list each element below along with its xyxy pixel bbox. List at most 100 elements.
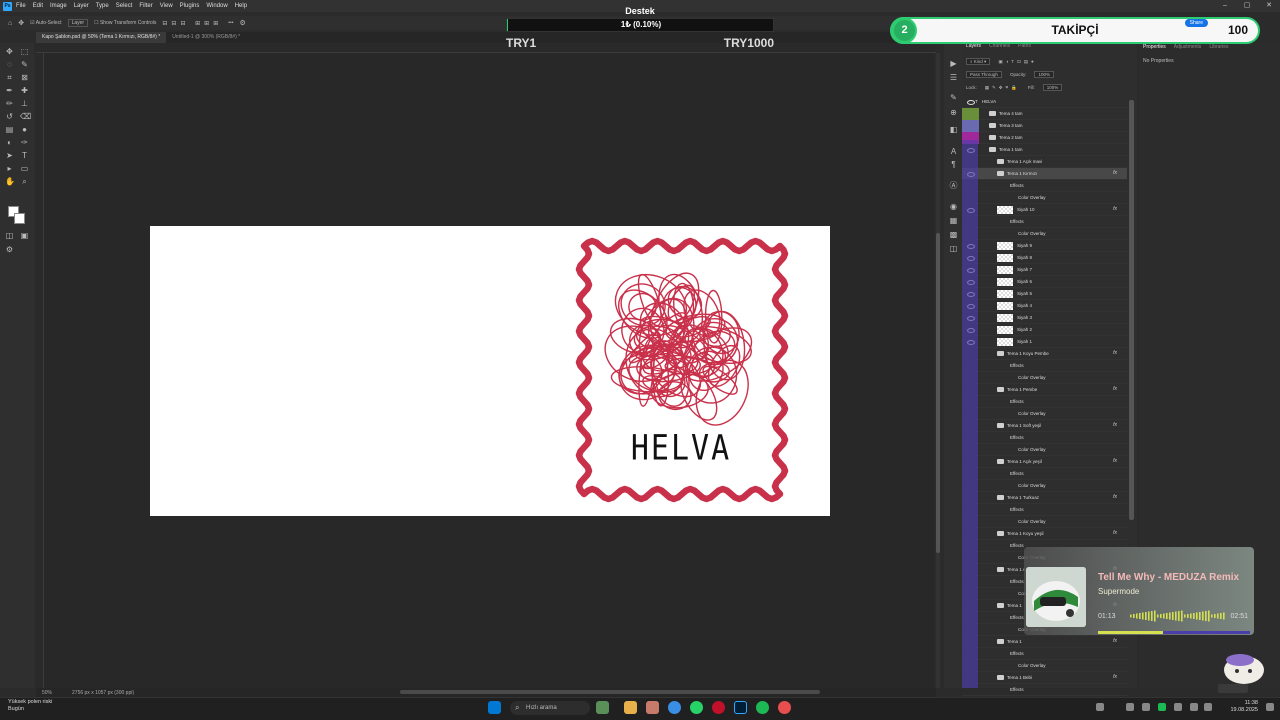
layer-row[interactable]: Tema 1 tam	[962, 144, 1127, 156]
dodge-tool-icon[interactable]: ◐	[5, 138, 14, 147]
menu-help[interactable]: Help	[235, 3, 247, 9]
layer-row[interactable]: Tema 3 tam	[962, 120, 1127, 132]
layer-effects-icon[interactable]: fx	[1113, 386, 1117, 392]
layer-effects-icon[interactable]: fx	[1113, 206, 1117, 212]
widget-icon[interactable]	[596, 701, 609, 714]
maximize-icon[interactable]: ▢	[1236, 0, 1258, 12]
character-icon[interactable]: A	[949, 147, 958, 156]
layer-row[interactable]: Color Overlay	[962, 660, 1127, 672]
minimize-icon[interactable]: –	[1214, 0, 1236, 12]
layer-row[interactable]: Tema 1 Bebi fx	[962, 672, 1127, 684]
home-icon[interactable]: ⌂	[8, 20, 12, 27]
menu-edit[interactable]: Edit	[33, 3, 43, 9]
layer-row[interactable]: Tema 1 Soft yeşil fx	[962, 420, 1127, 432]
tray-chevron-icon[interactable]	[1096, 703, 1104, 711]
spotify-icon[interactable]	[756, 701, 769, 714]
menu-view[interactable]: View	[160, 3, 173, 9]
tray-app-icon-2[interactable]	[1142, 703, 1150, 711]
path-select-tool-icon[interactable]: ➤	[5, 151, 14, 160]
layer-effects-icon[interactable]: fx	[1113, 638, 1117, 644]
layer-row[interactable]: Effects	[962, 684, 1127, 696]
pen-tool-icon[interactable]: ✑	[20, 138, 29, 147]
marquee-tool-icon[interactable]: ⬚	[20, 47, 29, 56]
blur-tool-icon[interactable]: ●	[20, 125, 29, 134]
layer-effects-icon[interactable]: fx	[1113, 350, 1117, 356]
windows-start-icon[interactable]	[488, 701, 501, 714]
menu-filter[interactable]: Filter	[139, 3, 152, 9]
menu-type[interactable]: Type	[96, 3, 109, 9]
glyphs-icon[interactable]: Ⓐ	[949, 181, 958, 190]
layer-row[interactable]: Tema 1 Açık mavi	[962, 156, 1127, 168]
layer-row[interactable]: Tema 4 tam	[962, 108, 1127, 120]
app-icon[interactable]	[778, 701, 791, 714]
layer-row[interactable]: Siyah 10 fx	[962, 204, 1127, 216]
layer-row[interactable]: Tema 1 Koyu yeşil fx	[962, 528, 1127, 540]
volume-icon[interactable]	[1204, 703, 1212, 711]
lock-icons[interactable]: ▦✎✥⌗🔒	[985, 85, 1020, 91]
tab-kapo-sablon[interactable]: Kapo Şablon.psd @ 50% (Tema 1 Kırmızı, R…	[36, 32, 167, 43]
background-color-swatch[interactable]	[14, 213, 25, 224]
canvas-horizontal-scrollbar[interactable]	[400, 690, 820, 694]
taskbar-clock[interactable]: 11:38 19.08.2025	[1230, 700, 1258, 714]
layer-row[interactable]: Effects	[962, 396, 1127, 408]
layer-row[interactable]: Siyah 2	[962, 324, 1127, 336]
menu-layer[interactable]: Layer	[74, 3, 89, 9]
canvas-vertical-scrollbar[interactable]	[936, 53, 940, 688]
clone-source-icon[interactable]: ⊕	[949, 108, 958, 117]
layer-effects-icon[interactable]: fx	[1113, 494, 1117, 500]
gradient-tool-icon[interactable]: ▤	[5, 125, 14, 134]
opacity-field[interactable]: 100%	[1034, 71, 1054, 78]
stamp-tool-icon[interactable]: ⊥	[20, 99, 29, 108]
type-tool-icon[interactable]: T	[20, 151, 29, 160]
layer-row[interactable]: Tema 1 Turkuaz fx	[962, 492, 1127, 504]
close-icon[interactable]: ✕	[1258, 0, 1280, 12]
taskbar-search[interactable]: ⌕ Hızlı arama	[510, 701, 590, 715]
layer-row[interactable]: Siyah 3	[962, 312, 1127, 324]
filter-icons[interactable]: ▣◑T⊡▤●	[998, 59, 1036, 65]
layer-effects-icon[interactable]: fx	[1113, 458, 1117, 464]
history-brush-icon[interactable]: ↺	[5, 112, 14, 121]
layer-row[interactable]: Siyah 7	[962, 264, 1127, 276]
layer-row[interactable]: Effects	[962, 468, 1127, 480]
layer-row[interactable]: Tema 1 Kırmızı fx	[962, 168, 1127, 180]
gradient-panel-icon[interactable]: ◧	[949, 125, 958, 134]
share-button[interactable]: Share	[1184, 19, 1208, 27]
history-icon[interactable]: ☰	[949, 73, 958, 82]
scroll-thumb[interactable]	[936, 233, 940, 553]
move-tool-icon[interactable]: ✥	[5, 47, 14, 56]
fill-field[interactable]: 100%	[1042, 84, 1063, 91]
layer-row[interactable]: Tema 1 Koyu Pembe fx	[962, 348, 1127, 360]
frame-tool-icon[interactable]: ⊠	[20, 73, 29, 82]
menu-plugins[interactable]: Plugins	[180, 3, 200, 9]
healing-tool-icon[interactable]: ✚	[20, 86, 29, 95]
transform-controls-checkbox[interactable]: ☐ Show Transform Controls	[94, 20, 156, 26]
photoshop-taskbar-icon[interactable]	[734, 701, 747, 714]
auto-select-checkbox[interactable]: ☑ Auto-Select	[30, 20, 61, 26]
file-explorer-icon[interactable]	[624, 701, 637, 714]
layer-row[interactable]: Color Overlay	[962, 444, 1127, 456]
tray-discord-icon[interactable]	[1174, 703, 1182, 711]
layer-dropdown[interactable]: Layer	[67, 19, 89, 27]
blend-mode-dropdown[interactable]: Pass Through	[966, 71, 1002, 78]
visibility-eye-icon[interactable]	[967, 99, 975, 105]
color-icon[interactable]: ◉	[949, 202, 958, 211]
zoom-level[interactable]: 50%	[42, 690, 52, 696]
layer-row[interactable]: Effects	[962, 648, 1127, 660]
tab-untitled-1[interactable]: Untitled-1 @ 300% (RGB/8#) *	[166, 32, 246, 43]
swatches-icon[interactable]: ▦	[949, 216, 958, 225]
more-options-icon[interactable]: •••	[228, 20, 233, 26]
layer-effects-icon[interactable]: fx	[1113, 674, 1117, 680]
layer-row[interactable]: Tema 1 Pembe fx	[962, 384, 1127, 396]
layer-effects-icon[interactable]: fx	[1113, 170, 1117, 176]
edit-toolbar-icon[interactable]: ⚙	[5, 245, 14, 254]
lasso-tool-icon[interactable]: ◌	[5, 60, 14, 69]
tab-adjustments[interactable]: Adjustments	[1174, 44, 1202, 50]
quick-mask-icon[interactable]: ◫	[5, 231, 14, 240]
layers-icon[interactable]: ◫	[949, 244, 958, 253]
whatsapp-icon[interactable]	[690, 701, 703, 714]
weather-widget[interactable]: Yüksek polen riski Bugün	[8, 699, 52, 713]
layer-row[interactable]: Color Overlay	[962, 516, 1127, 528]
tab-channels[interactable]: Channels	[989, 43, 1010, 51]
layer-row[interactable]: Color Overlay	[962, 408, 1127, 420]
layer-effects-icon[interactable]: fx	[1113, 422, 1117, 428]
